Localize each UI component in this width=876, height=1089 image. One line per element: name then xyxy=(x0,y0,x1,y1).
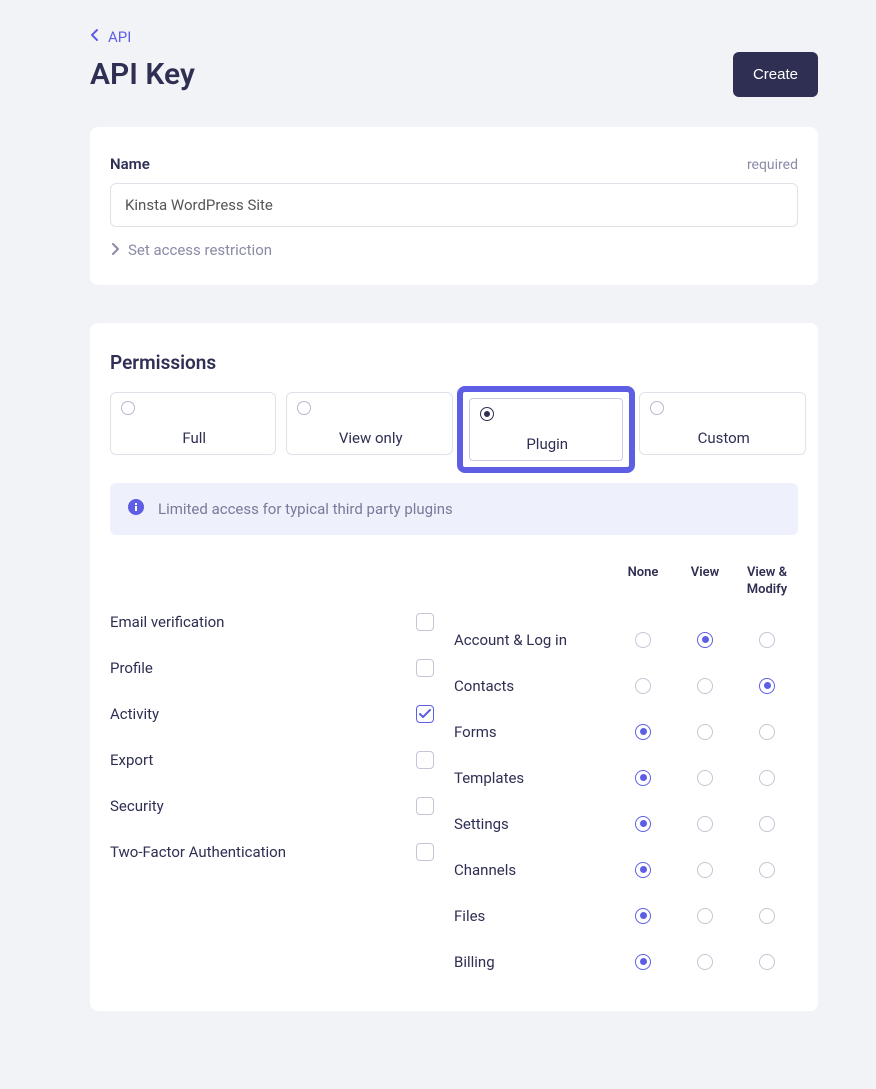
perm-left-label: Security xyxy=(110,797,164,815)
perm-radio[interactable] xyxy=(759,632,775,648)
perm-radio[interactable] xyxy=(635,678,651,694)
perm-checkbox[interactable] xyxy=(416,797,434,815)
perm-radio[interactable] xyxy=(759,908,775,924)
perm-left-row: Activity xyxy=(110,691,454,737)
perm-radio[interactable] xyxy=(635,954,651,970)
perm-checkbox[interactable] xyxy=(416,751,434,769)
permissions-banner: Limited access for typical third party p… xyxy=(110,483,798,535)
perm-left-label: Two-Factor Authentication xyxy=(110,843,286,861)
perm-left-label: Profile xyxy=(110,659,153,677)
perm-right-row: Account & Log in xyxy=(454,617,798,663)
perm-radio[interactable] xyxy=(759,954,775,970)
perm-right-label: Templates xyxy=(454,769,612,787)
info-icon xyxy=(128,499,144,519)
perm-radio[interactable] xyxy=(697,816,713,832)
perm-left-row: Export xyxy=(110,737,454,783)
perm-radio[interactable] xyxy=(697,770,713,786)
perm-radio[interactable] xyxy=(697,908,713,924)
perm-right-row: Files xyxy=(454,893,798,939)
perm-left-label: Email verification xyxy=(110,613,224,631)
perm-right-label: Files xyxy=(454,907,612,925)
name-card: Name required Set access restriction xyxy=(90,127,818,285)
permission-level-view-only[interactable]: View only xyxy=(286,392,452,455)
perm-radio[interactable] xyxy=(697,678,713,694)
permissions-heading: Permissions xyxy=(110,351,798,374)
radio-icon xyxy=(121,401,135,415)
perm-radio[interactable] xyxy=(759,862,775,878)
perm-left-label: Activity xyxy=(110,705,159,723)
permission-level-plugin[interactable]: Plugin xyxy=(469,398,623,461)
permission-level-label: Custom xyxy=(698,429,750,447)
name-required: required xyxy=(747,157,798,173)
perm-radio[interactable] xyxy=(759,678,775,694)
perm-right-label: Billing xyxy=(454,953,612,971)
perm-right-label: Channels xyxy=(454,861,612,879)
perm-left-row: Email verification xyxy=(110,599,454,645)
name-input[interactable] xyxy=(110,183,798,227)
perm-radio[interactable] xyxy=(697,954,713,970)
permission-level-custom[interactable]: Custom xyxy=(639,392,805,455)
radio-icon xyxy=(650,401,664,415)
perm-right-label: Account & Log in xyxy=(454,631,612,649)
perm-radio[interactable] xyxy=(697,724,713,740)
perm-header-view: View xyxy=(674,565,736,599)
radio-icon xyxy=(297,401,311,415)
perm-left-row: Profile xyxy=(110,645,454,691)
permissions-card: Permissions Full View only Plugin Custom Li… xyxy=(90,323,818,1011)
expand-access-restriction[interactable]: Set access restriction xyxy=(110,241,798,259)
perm-right-row: Settings xyxy=(454,801,798,847)
permission-level-label: Plugin xyxy=(526,435,568,453)
breadcrumb-back[interactable]: API xyxy=(90,28,818,46)
chevron-left-icon xyxy=(90,28,100,46)
perm-radio[interactable] xyxy=(635,908,651,924)
chevron-right-icon xyxy=(110,241,120,259)
perm-right-label: Forms xyxy=(454,723,612,741)
breadcrumb-label: API xyxy=(108,28,131,46)
perm-header-none: None xyxy=(612,565,674,599)
page-title: API Key xyxy=(90,57,195,92)
perm-radio[interactable] xyxy=(697,862,713,878)
permission-level-full[interactable]: Full xyxy=(110,392,276,455)
perm-right-label: Settings xyxy=(454,815,612,833)
perm-right-label: Contacts xyxy=(454,677,612,695)
perm-right-row: Forms xyxy=(454,709,798,755)
perm-header-view-modify: View & Modify xyxy=(736,565,798,599)
perm-checkbox[interactable] xyxy=(416,843,434,861)
perm-radio[interactable] xyxy=(759,724,775,740)
perm-radio[interactable] xyxy=(635,816,651,832)
perm-checkbox[interactable] xyxy=(416,659,434,677)
perm-radio[interactable] xyxy=(759,816,775,832)
perm-radio[interactable] xyxy=(759,770,775,786)
perm-checkbox[interactable] xyxy=(416,705,434,723)
perm-right-row: Billing xyxy=(454,939,798,985)
perm-checkbox[interactable] xyxy=(416,613,434,631)
perm-radio[interactable] xyxy=(635,724,651,740)
perm-radio[interactable] xyxy=(697,632,713,648)
permissions-banner-text: Limited access for typical third party p… xyxy=(158,500,453,518)
perm-left-row: Two-Factor Authentication xyxy=(110,829,454,875)
perm-radio[interactable] xyxy=(635,632,651,648)
perm-right-row: Contacts xyxy=(454,663,798,709)
name-label: Name xyxy=(110,155,150,173)
permission-level-label: Full xyxy=(182,429,206,447)
perm-radio[interactable] xyxy=(635,862,651,878)
create-button[interactable]: Create xyxy=(733,52,818,97)
perm-radio[interactable] xyxy=(635,770,651,786)
radio-icon xyxy=(480,407,494,421)
perm-left-row: Security xyxy=(110,783,454,829)
perm-right-row: Templates xyxy=(454,755,798,801)
perm-left-label: Export xyxy=(110,751,153,769)
perm-right-row: Channels xyxy=(454,847,798,893)
expand-label: Set access restriction xyxy=(128,241,272,259)
permission-level-label: View only xyxy=(339,429,403,447)
